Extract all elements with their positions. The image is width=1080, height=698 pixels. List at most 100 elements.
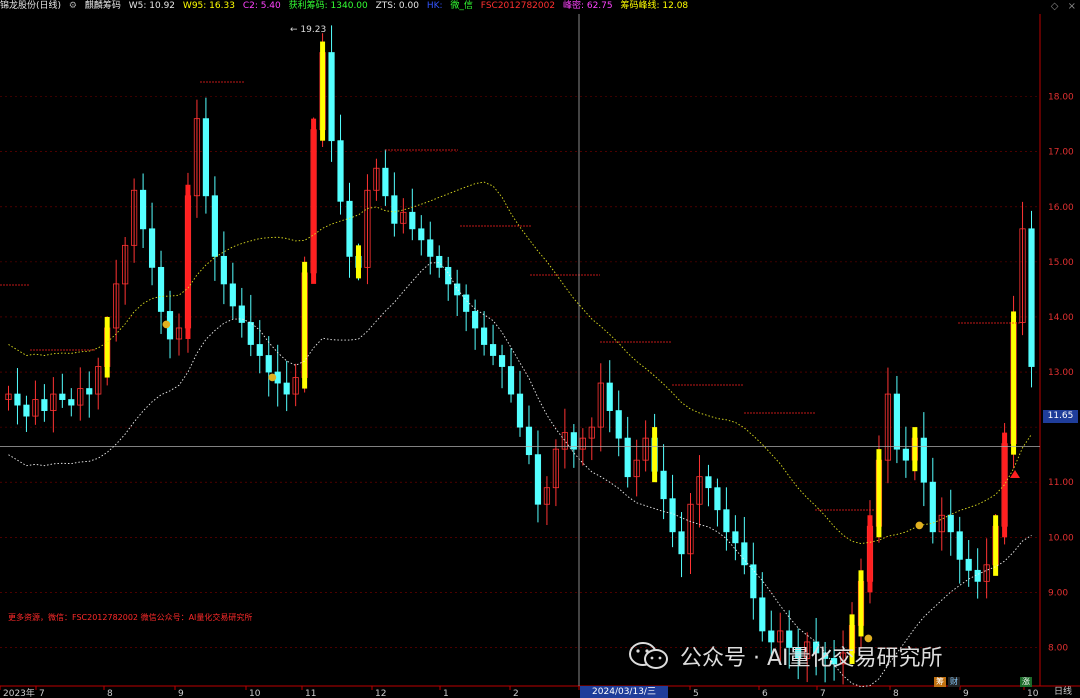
candle-body bbox=[741, 542, 748, 566]
time-tick-label: 11 bbox=[305, 689, 316, 698]
candle-body bbox=[463, 294, 470, 312]
watermark: 公众号 · AI量化交易研究所 bbox=[628, 638, 943, 674]
high-price-label: ← 19.23 bbox=[290, 25, 326, 35]
price-tick-label: 17.00 bbox=[1048, 148, 1074, 158]
candle-body bbox=[1028, 228, 1035, 367]
time-tick-label: 10 bbox=[249, 689, 261, 698]
candle-body bbox=[391, 195, 398, 224]
limit-bar bbox=[302, 261, 308, 389]
candle-body bbox=[211, 195, 218, 257]
time-tick-label: 2023年 bbox=[3, 687, 35, 698]
time-tick-label: 9 bbox=[178, 689, 184, 698]
candle-body bbox=[454, 283, 461, 296]
candle-body bbox=[481, 327, 488, 345]
candle-body bbox=[893, 393, 900, 450]
candle-body bbox=[669, 498, 676, 533]
candle-body bbox=[759, 597, 766, 632]
price-tick-label: 11.00 bbox=[1048, 478, 1074, 488]
candle-body bbox=[902, 448, 909, 461]
candle-body bbox=[714, 487, 721, 511]
candle-body bbox=[660, 470, 667, 500]
limit-bar bbox=[104, 316, 110, 378]
candle-body bbox=[732, 531, 739, 544]
candle-body bbox=[498, 355, 506, 367]
price-tick-label: 14.00 bbox=[1048, 313, 1074, 323]
time-tick-label: 6 bbox=[762, 689, 768, 698]
money-bag-icon: ● bbox=[915, 520, 924, 531]
price-tick-label: 18.00 bbox=[1048, 93, 1074, 103]
candle-body bbox=[382, 167, 389, 197]
time-tick-label: 7 bbox=[39, 689, 45, 698]
limit-bar bbox=[912, 427, 918, 472]
info-annotation: 更多资源，微信：FSC2012782002 微信公众号：AI量化交易研究所 bbox=[8, 613, 253, 622]
candle-body bbox=[202, 118, 210, 197]
time-tick-label: 10 bbox=[1027, 689, 1039, 698]
time-tick-label: 8 bbox=[893, 689, 899, 698]
candle-body bbox=[418, 228, 425, 241]
candle-body bbox=[427, 239, 434, 257]
time-tick-label: 2 bbox=[513, 689, 519, 698]
candle-body bbox=[238, 305, 245, 323]
candle-body bbox=[59, 393, 66, 400]
time-tick-label: 5 bbox=[693, 689, 699, 698]
limit-bar bbox=[311, 118, 317, 284]
candle-body bbox=[41, 399, 48, 411]
limit-bar bbox=[652, 427, 658, 483]
badge-chip[interactable]: 筹 bbox=[934, 677, 946, 687]
candle-body bbox=[507, 366, 515, 395]
candle-body bbox=[929, 481, 936, 533]
candle-body bbox=[23, 404, 30, 417]
money-bag-icon: ● bbox=[268, 372, 277, 383]
limit-bar bbox=[858, 570, 864, 637]
candle-body bbox=[615, 410, 622, 439]
candlestick-chart[interactable]: 18.0017.0016.0015.0014.0013.0011.0010.00… bbox=[0, 0, 1080, 698]
candle-body bbox=[328, 52, 335, 142]
candle-body bbox=[624, 437, 631, 478]
limit-bar bbox=[185, 184, 191, 339]
candle-body bbox=[86, 388, 93, 395]
price-tick-label: 16.00 bbox=[1048, 203, 1074, 213]
candle-body bbox=[606, 382, 613, 411]
candle-body bbox=[516, 393, 524, 428]
candle-body bbox=[220, 255, 227, 285]
candle-body bbox=[525, 426, 533, 456]
triangle-up-icon bbox=[1010, 470, 1020, 478]
time-tick-label: 8 bbox=[107, 689, 113, 698]
candle-body bbox=[947, 514, 954, 533]
limit-bar bbox=[320, 41, 326, 141]
watermark-text: 公众号 · AI量化交易研究所 bbox=[680, 646, 943, 671]
period-label[interactable]: 日线 bbox=[1054, 686, 1072, 698]
candle-body bbox=[705, 476, 712, 489]
candle-body bbox=[229, 283, 236, 307]
time-tick-label: 7 bbox=[820, 689, 826, 698]
wechat-icon bbox=[628, 641, 670, 671]
candle-body bbox=[920, 437, 927, 483]
price-tick-label: 15.00 bbox=[1048, 258, 1074, 268]
candle-body bbox=[965, 558, 972, 571]
candle-body bbox=[678, 531, 685, 555]
candle-body bbox=[265, 355, 272, 373]
limit-bar bbox=[876, 449, 882, 538]
candle-body bbox=[723, 509, 730, 533]
candle-body bbox=[157, 266, 165, 312]
chart-window[interactable]: 锦龙股份(日线) ⚙ 麒麟筹码 W5: 10.92 W95: 16.33 C2:… bbox=[0, 0, 1080, 698]
candle-body bbox=[472, 311, 479, 329]
price-tick-label: 9.00 bbox=[1048, 588, 1068, 598]
candle-body bbox=[256, 344, 263, 356]
badge-finance[interactable]: 财 bbox=[948, 677, 960, 687]
money-bag-icon: ● bbox=[162, 319, 171, 330]
candle-body bbox=[337, 140, 344, 202]
limit-bar bbox=[355, 245, 361, 279]
candle-body bbox=[489, 344, 497, 356]
candle-body bbox=[346, 200, 353, 257]
badge-rise[interactable]: 涨 bbox=[1020, 677, 1032, 687]
limit-bar bbox=[1011, 311, 1017, 455]
candle-body bbox=[68, 399, 75, 406]
candle-body bbox=[247, 322, 254, 345]
candle-body bbox=[534, 454, 542, 505]
candle-body bbox=[409, 211, 416, 230]
candle-body bbox=[956, 531, 963, 560]
candle-body bbox=[14, 393, 21, 406]
candle-body bbox=[283, 382, 290, 395]
time-tick-label: 1 bbox=[443, 689, 449, 698]
